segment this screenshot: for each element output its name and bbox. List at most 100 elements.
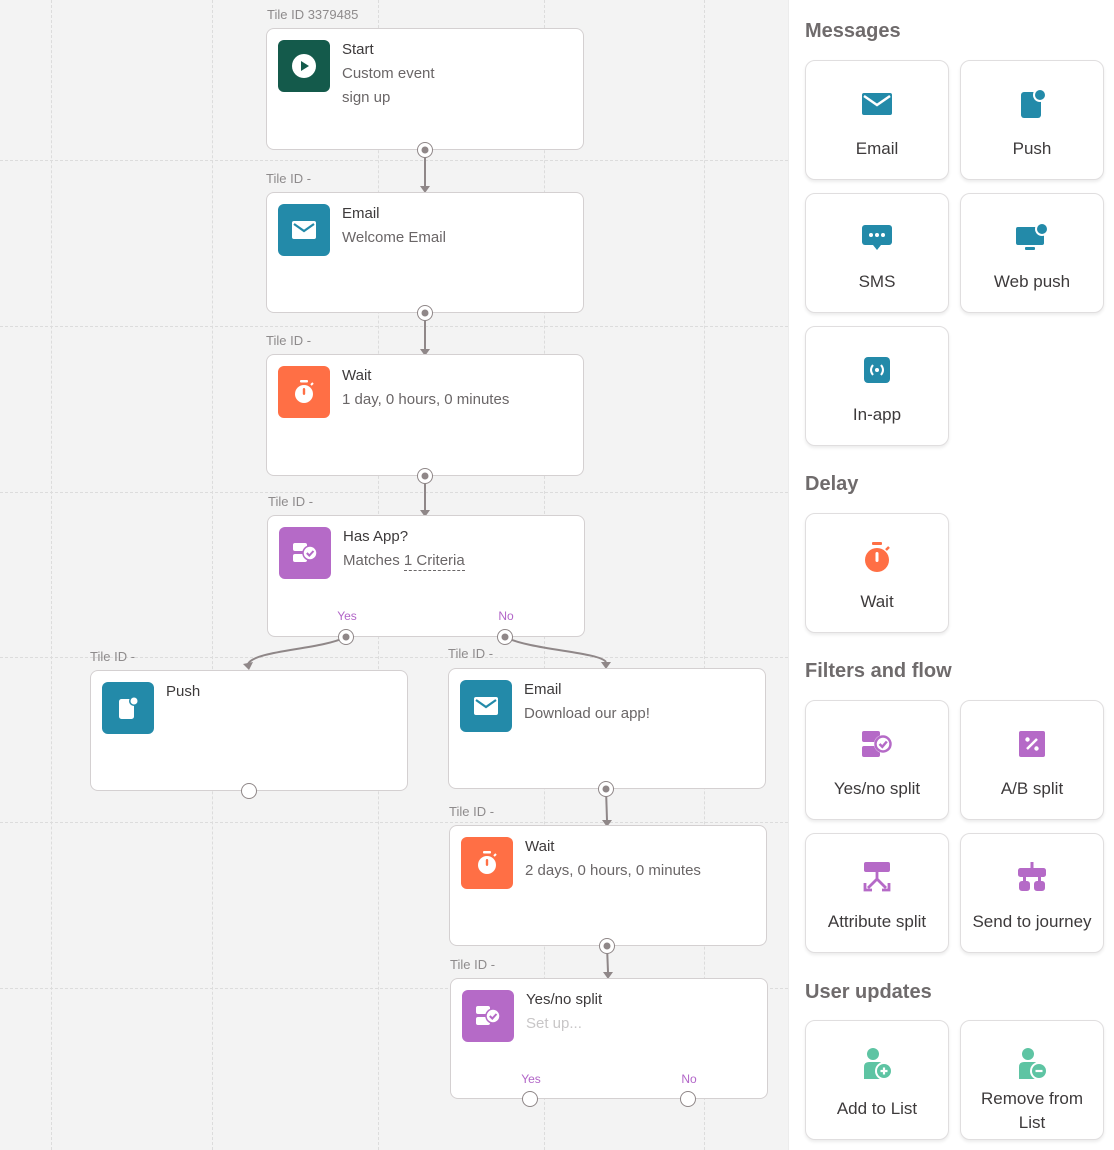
output-port[interactable] (417, 468, 433, 484)
tile-id-label: Tile ID 3379485 (267, 7, 359, 22)
tile-email-download[interactable]: Email Download our app! (448, 668, 766, 789)
envelope-icon (460, 680, 512, 732)
user-add-icon (860, 1047, 894, 1081)
tile-id-label: Tile ID - (90, 649, 136, 664)
tile-push[interactable]: Push (90, 670, 408, 791)
user-remove-icon (1015, 1047, 1049, 1081)
tile-title: Wait (525, 838, 555, 855)
component-attribute-split[interactable]: Attribute split (805, 833, 949, 953)
tile-email-welcome[interactable]: Email Welcome Email (266, 192, 584, 313)
tile-id-label: Tile ID - (266, 333, 312, 348)
tile-id-label: Tile ID - (266, 171, 312, 186)
output-port[interactable] (598, 781, 614, 797)
component-add-to-list[interactable]: Add to List (805, 1020, 949, 1140)
play-icon (278, 40, 330, 92)
tile-subtitle: Matches 1 Criteria (343, 552, 465, 571)
component-label: Send to journey (972, 912, 1092, 931)
tile-title: Start (342, 41, 374, 58)
output-port[interactable] (417, 142, 433, 158)
output-port[interactable] (417, 305, 433, 321)
component-label: Remove from List (980, 1089, 1084, 1132)
yes-branch-label: Yes (521, 1072, 541, 1086)
criteria-prefix: Matches (343, 552, 404, 569)
component-yes-no-split[interactable]: Yes/no split (805, 700, 949, 820)
tile-id-label: Tile ID - (448, 646, 494, 661)
section-title-user-updates: User updates (805, 981, 932, 1003)
section-title-messages: Messages (805, 20, 901, 42)
yes-output-port[interactable] (338, 629, 354, 645)
send-to-journey-icon (1015, 860, 1049, 894)
grid-line (212, 0, 213, 1150)
no-output-port[interactable] (497, 629, 513, 645)
no-output-port[interactable] (680, 1091, 696, 1107)
components-panel: Messages Email Push SMS Web push In-app … (788, 0, 1114, 1150)
percent-icon (1015, 727, 1049, 761)
in-app-icon (860, 353, 894, 387)
tile-wait-1[interactable]: Wait 1 day, 0 hours, 0 minutes (266, 354, 584, 476)
component-web-push[interactable]: Web push (960, 193, 1104, 313)
tile-id-label: Tile ID - (449, 804, 495, 819)
tile-title: Email (524, 681, 562, 698)
connector-yes-push (247, 636, 347, 665)
grid-line (0, 822, 788, 823)
envelope-icon (860, 87, 894, 121)
tile-yes-no-split[interactable]: Yes/no split Set up... Yes No (450, 978, 768, 1099)
section-title-filters-and-flow: Filters and flow (805, 660, 952, 682)
tile-wait-2[interactable]: Wait 2 days, 0 hours, 0 minutes (449, 825, 767, 946)
component-label: Push (1012, 139, 1052, 158)
split-check-icon (462, 990, 514, 1042)
component-wait[interactable]: Wait (805, 513, 949, 633)
component-label: A/B split (1000, 779, 1064, 798)
tile-title: Push (166, 683, 201, 700)
tile-subtitle: sign up (342, 89, 391, 106)
criteria-link[interactable]: 1 Criteria (403, 552, 465, 571)
stopwatch-icon (860, 540, 894, 574)
component-ab-split[interactable]: A/B split (960, 700, 1104, 820)
no-branch-label: No (681, 1072, 697, 1086)
grid-line (0, 326, 788, 327)
component-push[interactable]: Push (960, 60, 1104, 180)
tile-title: Yes/no split (526, 991, 603, 1008)
component-sms[interactable]: SMS (805, 193, 949, 313)
component-email[interactable]: Email (805, 60, 949, 180)
split-check-icon (279, 527, 331, 579)
stopwatch-icon (461, 837, 513, 889)
envelope-icon (278, 204, 330, 256)
journey-canvas[interactable]: Tile ID 3379485 Start Custom event sign … (0, 0, 788, 1150)
tile-has-app[interactable]: Has App? Matches 1 Criteria Yes No (267, 515, 585, 637)
tile-subtitle: 2 days, 0 hours, 0 minutes (525, 862, 701, 879)
output-port[interactable] (599, 938, 615, 954)
split-check-icon (860, 727, 894, 761)
tile-title: Has App? (343, 528, 409, 545)
push-notification-icon (102, 682, 154, 734)
tile-subtitle: Download our app! (524, 705, 650, 722)
yes-output-port[interactable] (522, 1091, 538, 1107)
component-in-app[interactable]: In-app (805, 326, 949, 446)
component-label: Web push (993, 272, 1071, 291)
component-label: Add to List (836, 1099, 918, 1118)
no-branch-label: No (498, 609, 514, 623)
arrowhead (243, 662, 253, 670)
yes-branch-label: Yes (337, 609, 357, 623)
tile-subtitle: 1 day, 0 hours, 0 minutes (342, 391, 510, 408)
output-port[interactable] (241, 783, 257, 799)
component-label: Email (855, 139, 899, 158)
component-label: Yes/no split (833, 779, 921, 798)
connector-no-email (504, 636, 607, 663)
component-label: In-app (852, 405, 902, 424)
chat-bubble-icon (860, 220, 894, 254)
component-send-to-journey[interactable]: Send to journey (960, 833, 1104, 953)
grid-line (0, 492, 788, 493)
tile-subtitle: Custom event (342, 65, 435, 82)
component-remove-from-list[interactable]: Remove from List (960, 1020, 1104, 1140)
section-title-delay: Delay (805, 473, 859, 495)
tile-title: Email (342, 205, 380, 222)
stopwatch-icon (278, 366, 330, 418)
tile-placeholder: Set up... (526, 1015, 582, 1032)
component-label: Attribute split (827, 912, 927, 931)
tile-title: Wait (342, 367, 372, 384)
grid-line (51, 0, 52, 1150)
monitor-notification-icon (1015, 220, 1049, 254)
tile-start[interactable]: Start Custom event sign up (266, 28, 584, 150)
component-label: SMS (858, 272, 896, 291)
